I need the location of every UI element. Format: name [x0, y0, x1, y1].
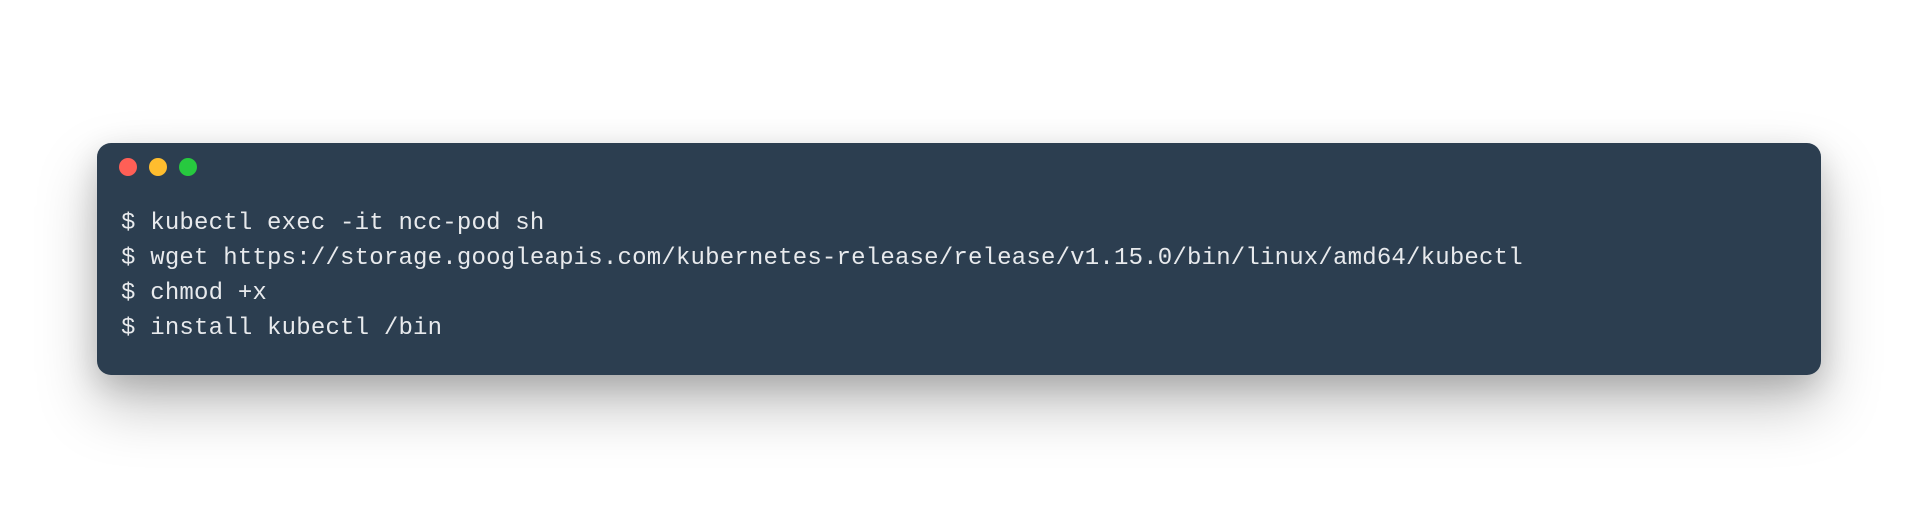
prompt: $ [121, 245, 150, 272]
terminal-line: $ wget https://storage.googleapis.com/ku… [121, 242, 1797, 277]
command-text: kubectl exec -it ncc-pod sh [150, 210, 544, 237]
terminal-line: $ kubectl exec -it ncc-pod sh [121, 207, 1797, 242]
zoom-icon[interactable] [179, 158, 197, 176]
terminal-window: $ kubectl exec -it ncc-pod sh $ wget htt… [97, 143, 1821, 374]
minimize-icon[interactable] [149, 158, 167, 176]
prompt: $ [121, 315, 150, 342]
titlebar [97, 143, 1821, 191]
terminal-content[interactable]: $ kubectl exec -it ncc-pod sh $ wget htt… [97, 191, 1821, 374]
terminal-line: $ install kubectl /bin [121, 312, 1797, 347]
command-text: wget https://storage.googleapis.com/kube… [150, 245, 1523, 272]
command-text: chmod +x [150, 280, 267, 307]
close-icon[interactable] [119, 158, 137, 176]
prompt: $ [121, 210, 150, 237]
terminal-line: $ chmod +x [121, 277, 1797, 312]
command-text: install kubectl /bin [150, 315, 442, 342]
prompt: $ [121, 280, 150, 307]
